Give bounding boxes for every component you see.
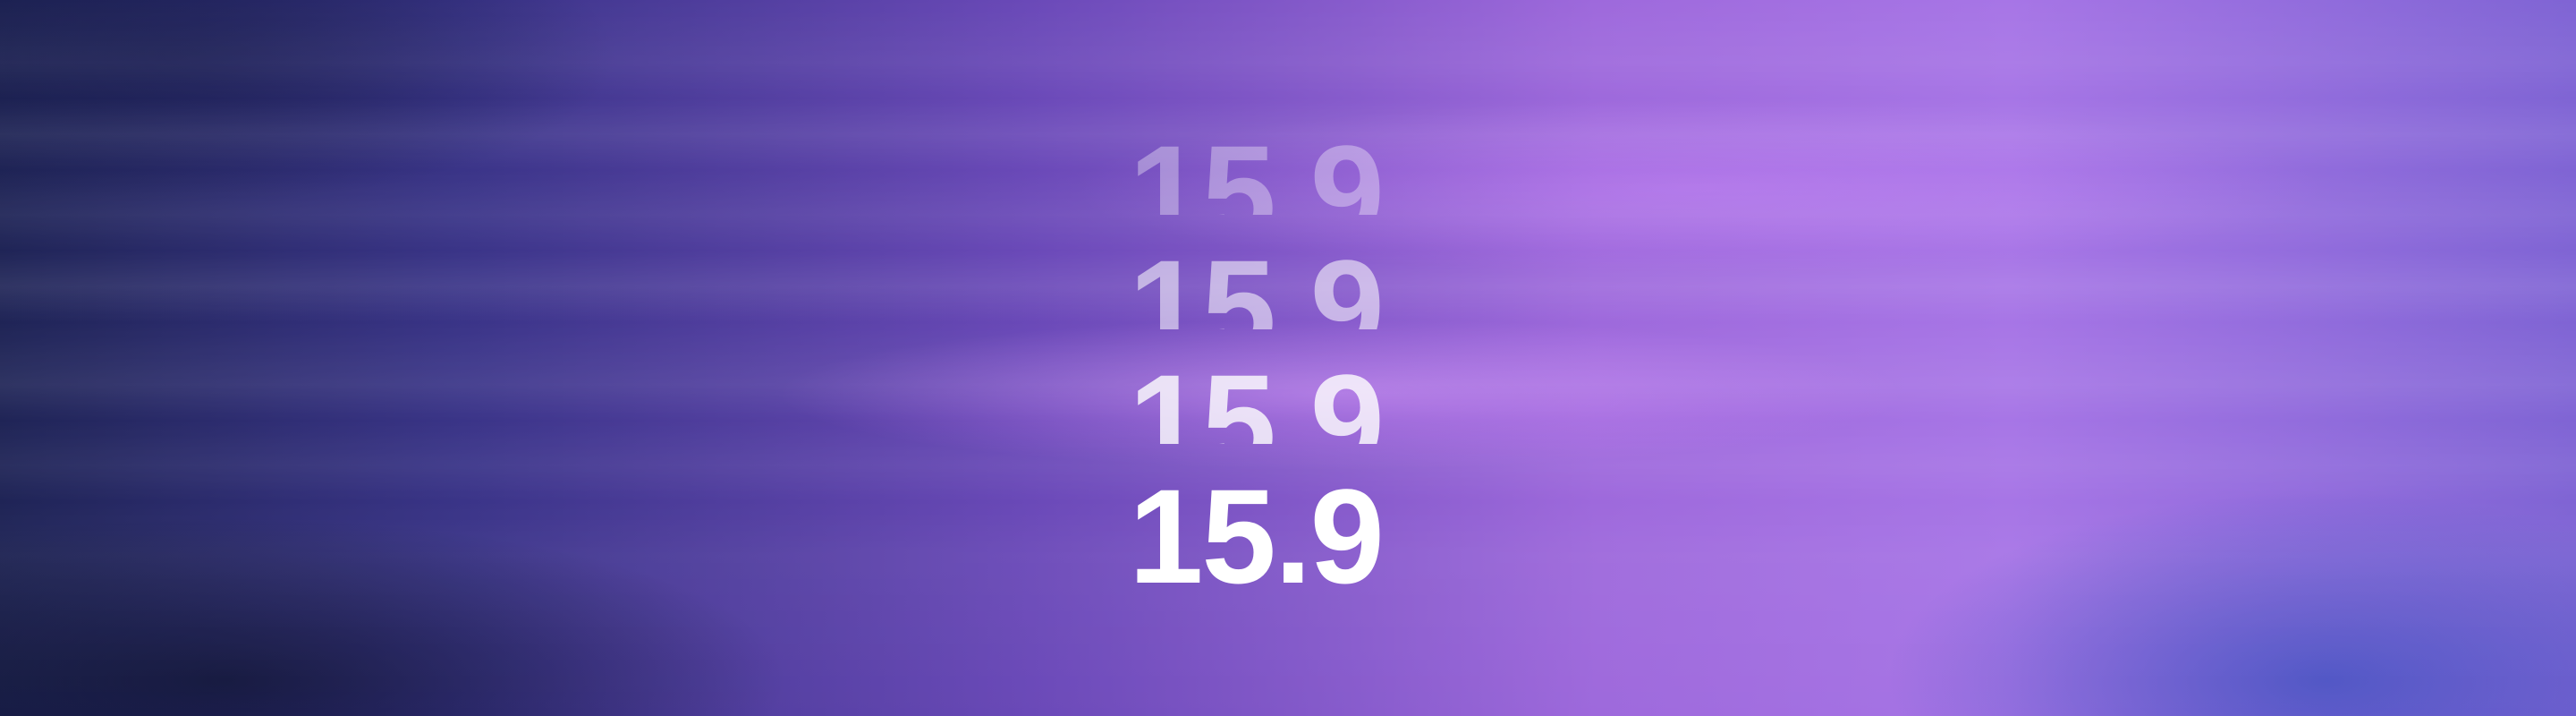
number-text: 15.9 — [1129, 469, 1385, 594]
number-row-full: 15.9 — [1129, 469, 1415, 594]
number-row-faded-1: 15.9 — [1129, 125, 1415, 215]
number-row-faded-3: 15.9 — [1129, 354, 1415, 444]
number-row-faded-2: 15.9 — [1129, 240, 1415, 329]
number-text: 15.9 — [1129, 125, 1385, 215]
number-text: 15.9 — [1129, 240, 1385, 329]
number-text: 15.9 — [1129, 354, 1385, 444]
